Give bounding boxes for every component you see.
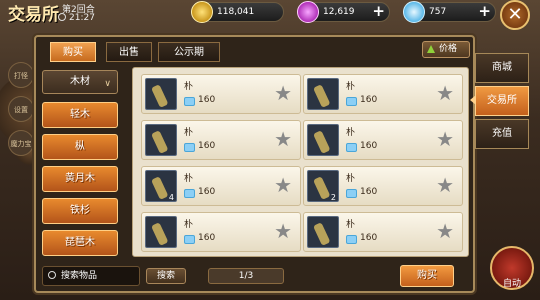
listing-name: 朴 bbox=[184, 220, 194, 230]
wood-item-icon bbox=[145, 124, 177, 156]
diamond-icon bbox=[346, 235, 357, 244]
star-icon[interactable]: ★ bbox=[436, 221, 454, 241]
category-item[interactable]: 铁杉 bbox=[42, 198, 118, 224]
side-tab-recharge[interactable]: 充值 bbox=[475, 119, 529, 149]
search-icon bbox=[48, 271, 56, 279]
wood-item-icon bbox=[307, 124, 339, 156]
listing-name: 朴 bbox=[346, 82, 356, 92]
buy-button[interactable]: 购买 bbox=[400, 265, 454, 287]
diamond-icon bbox=[184, 97, 195, 106]
star-icon[interactable]: ★ bbox=[436, 83, 454, 103]
category-item[interactable]: 黄月木 bbox=[42, 166, 118, 192]
add-diamond-button[interactable]: + bbox=[478, 2, 491, 20]
wood-item-icon bbox=[145, 216, 177, 248]
category-select[interactable]: 木材 ∨ bbox=[42, 70, 118, 94]
listing-price: 160 bbox=[360, 95, 378, 105]
wood-item-icon bbox=[145, 78, 177, 110]
gold-coin-icon bbox=[191, 1, 213, 23]
star-icon[interactable]: ★ bbox=[274, 221, 292, 241]
gold-counter: 118,041 bbox=[191, 1, 284, 23]
diamond-icon bbox=[184, 143, 195, 152]
clock-time: 21:27 bbox=[69, 13, 95, 23]
listing-price: 160 bbox=[360, 141, 378, 151]
side-icon-settings[interactable]: 设置 bbox=[8, 96, 34, 122]
listing-card[interactable]: 2 朴 160 ★ bbox=[303, 166, 463, 206]
listing-card[interactable]: 朴 160 ★ bbox=[303, 212, 463, 252]
price-sort-button[interactable]: 价格 bbox=[422, 41, 470, 58]
tab-buy[interactable]: 购买 bbox=[50, 42, 96, 62]
star-icon[interactable]: ★ bbox=[436, 129, 454, 149]
sort-up-icon bbox=[427, 45, 435, 53]
gem-value: 12,619 bbox=[323, 7, 355, 17]
listing-name: 朴 bbox=[184, 128, 194, 138]
gem-counter: 12,619 + bbox=[297, 1, 390, 23]
listing-price: 160 bbox=[198, 187, 216, 197]
clock: 21:27 bbox=[58, 13, 95, 23]
tab-public[interactable]: 公示期 bbox=[158, 42, 220, 62]
price-sort-label: 价格 bbox=[439, 44, 458, 54]
star-icon[interactable]: ★ bbox=[274, 129, 292, 149]
listing-name: 朴 bbox=[346, 220, 356, 230]
side-icon-fight[interactable]: 打怪 bbox=[8, 62, 34, 88]
search-input[interactable]: 搜索物品 bbox=[42, 266, 140, 286]
listing-price: 160 bbox=[198, 141, 216, 151]
listing-card[interactable]: 4 朴 160 ★ bbox=[141, 166, 301, 206]
clock-icon bbox=[58, 13, 66, 21]
category-selected: 木材 bbox=[70, 76, 90, 87]
category-column: 木材 ∨ 轻木 枞 黄月木 铁杉 琵琶木 bbox=[42, 70, 118, 256]
side-tab-shop[interactable]: 商城 bbox=[475, 53, 529, 83]
listing-card[interactable]: 朴 160 ★ bbox=[303, 120, 463, 160]
diamond-icon bbox=[403, 1, 425, 23]
side-icon-magic[interactable]: 魔力宝 bbox=[8, 130, 34, 156]
listing-card[interactable]: 朴 160 ★ bbox=[303, 74, 463, 114]
listing-price: 160 bbox=[198, 233, 216, 243]
diamond-icon bbox=[184, 235, 195, 244]
wood-item-icon bbox=[307, 216, 339, 248]
listing-name: 朴 bbox=[184, 174, 194, 184]
listing-card[interactable]: 朴 160 ★ bbox=[141, 212, 301, 252]
listing-name: 朴 bbox=[346, 174, 356, 184]
listing-price: 160 bbox=[360, 233, 378, 243]
category-item[interactable]: 枞 bbox=[42, 134, 118, 160]
diamond-icon bbox=[346, 189, 357, 198]
close-button[interactable]: ✕ bbox=[500, 0, 530, 30]
gold-value: 118,041 bbox=[217, 7, 255, 17]
star-icon[interactable]: ★ bbox=[274, 83, 292, 103]
page-indicator[interactable]: 1/3 bbox=[208, 268, 284, 284]
chevron-down-icon: ∨ bbox=[104, 79, 111, 89]
star-icon[interactable]: ★ bbox=[274, 175, 292, 195]
category-item[interactable]: 轻木 bbox=[42, 102, 118, 128]
listing-price: 160 bbox=[360, 187, 378, 197]
diamond-value: 757 bbox=[429, 7, 447, 17]
purple-gem-icon bbox=[297, 1, 319, 23]
side-tab-exchange[interactable]: 交易所 bbox=[475, 86, 529, 116]
wood-item-icon: 2 bbox=[307, 170, 339, 202]
add-gem-button[interactable]: + bbox=[372, 2, 385, 20]
auto-button[interactable]: 自动 bbox=[490, 246, 534, 290]
listing-name: 朴 bbox=[184, 82, 194, 92]
listing-name: 朴 bbox=[346, 128, 356, 138]
wood-item-icon bbox=[307, 78, 339, 110]
tab-sell[interactable]: 出售 bbox=[106, 42, 152, 62]
wood-item-icon: 4 bbox=[145, 170, 177, 202]
diamond-icon bbox=[346, 97, 357, 106]
search-button[interactable]: 搜索 bbox=[146, 268, 186, 284]
quantity-badge: 4 bbox=[169, 193, 174, 202]
star-icon[interactable]: ★ bbox=[436, 175, 454, 195]
diamond-counter: 757 + bbox=[403, 1, 496, 23]
listing-card[interactable]: 朴 160 ★ bbox=[141, 120, 301, 160]
listing-card[interactable]: 朴 160 ★ bbox=[141, 74, 301, 114]
diamond-icon bbox=[346, 143, 357, 152]
diamond-icon bbox=[184, 189, 195, 198]
quantity-badge: 2 bbox=[331, 193, 336, 202]
listing-price: 160 bbox=[198, 95, 216, 105]
category-item[interactable]: 琵琶木 bbox=[42, 230, 118, 256]
listing-grid: 朴 160 ★ 朴 160 ★ 朴 160 ★ 朴 160 ★ 4 朴 160 … bbox=[132, 67, 469, 257]
search-placeholder: 搜索物品 bbox=[61, 271, 98, 281]
exchange-panel: 购买 出售 公示期 价格 木材 ∨ 轻木 枞 黄月木 铁杉 琵琶木 朴 160 … bbox=[34, 35, 475, 293]
